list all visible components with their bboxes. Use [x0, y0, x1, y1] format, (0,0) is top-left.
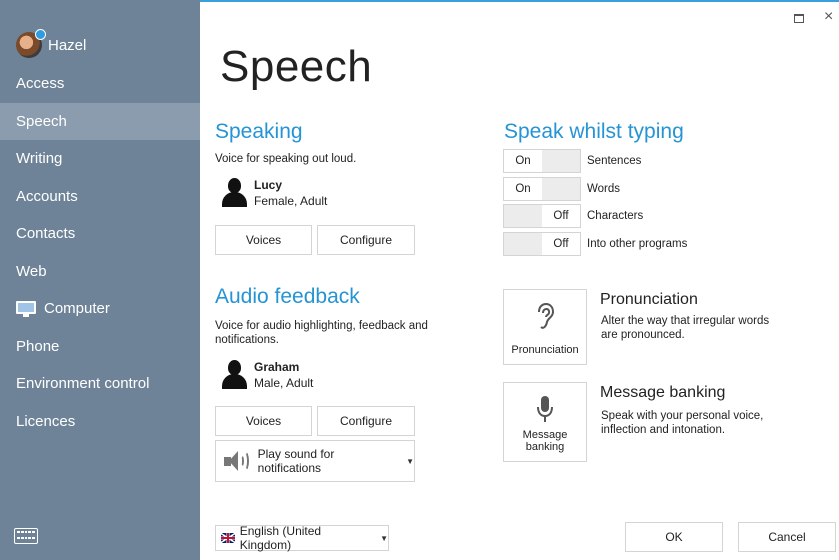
language-dropdown[interactable]: English (United Kingdom) ▼: [215, 524, 389, 552]
toggle-into-other-programs[interactable]: Off: [503, 232, 581, 256]
audio-feedback-title: Audio feedback: [215, 285, 360, 308]
user-name: Hazel: [48, 36, 87, 54]
sidebar-item-access[interactable]: Access: [0, 65, 200, 103]
audio-feedback-voice-name: Graham: [254, 360, 300, 374]
audio-configure-button[interactable]: Configure: [317, 406, 415, 436]
toggle-state: On: [504, 178, 542, 200]
close-button[interactable]: ×: [824, 8, 833, 26]
audio-feedback-voice: Graham Male, Adult: [220, 360, 313, 390]
notification-sound-dropdown[interactable]: Play sound for notifications ▼: [215, 440, 415, 482]
top-border: [200, 0, 839, 2]
sidebar-item-label: Computer: [44, 300, 110, 318]
toggle-label-words: Words: [587, 183, 621, 195]
toggle-label-characters: Characters: [587, 210, 644, 222]
sidebar-item-label: Contacts: [16, 225, 76, 243]
sidebar-item-licences[interactable]: Licences: [0, 403, 200, 441]
pronunciation-button[interactable]: Pronunciation: [503, 289, 587, 365]
toggle-label-sentences: Sentences: [587, 155, 642, 167]
sidebar-item-speech[interactable]: Speech: [0, 102, 200, 140]
microphone-icon: [537, 396, 553, 422]
speaking-configure-button[interactable]: Configure: [317, 225, 415, 255]
pronunciation-button-label: Pronunciation: [511, 344, 579, 356]
toggle-state: Off: [542, 233, 580, 255]
sidebar-item-label: Phone: [16, 337, 60, 355]
message-banking-button-label: Message banking: [522, 429, 568, 453]
sidebar-item-label: Accounts: [16, 187, 78, 205]
page-title: Speech: [220, 42, 373, 91]
toggle-state: Off: [542, 205, 580, 227]
status-badge: [35, 29, 46, 40]
audio-feedback-voice-desc: Male, Adult: [254, 376, 314, 390]
sidebar-item-contacts[interactable]: Contacts: [0, 215, 200, 253]
sidebar-item-computer[interactable]: Computer: [0, 290, 200, 328]
sidebar-item-writing[interactable]: Writing: [0, 140, 200, 178]
notification-sound-label: Play sound for notifications: [257, 447, 335, 475]
sidebar-nav: Access Speech Writing Accounts Contacts …: [0, 65, 200, 440]
sidebar-item-label: Web: [16, 262, 47, 280]
pronunciation-title: Pronunciation: [600, 291, 698, 308]
maximize-button[interactable]: [794, 14, 804, 23]
sidebar: Hazel Access Speech Writing Accounts Con…: [0, 0, 200, 560]
sidebar-item-phone[interactable]: Phone: [0, 328, 200, 366]
ok-button[interactable]: OK: [625, 522, 723, 552]
toggle-words[interactable]: On: [503, 177, 581, 201]
sidebar-item-environment-control[interactable]: Environment control: [0, 365, 200, 403]
toggle-label-into-other-programs: Into other programs: [587, 238, 688, 250]
sidebar-item-label: Environment control: [16, 375, 150, 393]
message-banking-button[interactable]: Message banking: [503, 382, 587, 462]
message-banking-description: Speak with your personal voice, inflecti…: [601, 410, 764, 436]
toggle-sentences[interactable]: On: [503, 149, 581, 173]
person-icon: [220, 178, 248, 208]
toggle-state: On: [504, 150, 542, 172]
sidebar-item-label: Access: [16, 75, 65, 93]
audio-feedback-description: Voice for audio highlighting, feedback a…: [215, 320, 428, 346]
user-profile[interactable]: Hazel: [16, 29, 87, 58]
speaking-voices-button[interactable]: Voices: [215, 225, 312, 255]
monitor-icon: [16, 300, 36, 317]
toggle-characters[interactable]: Off: [503, 204, 581, 228]
sidebar-item-web[interactable]: Web: [0, 253, 200, 291]
sidebar-item-accounts[interactable]: Accounts: [0, 178, 200, 216]
speaking-title: Speaking: [215, 120, 303, 143]
sidebar-item-label: Speech: [16, 112, 67, 130]
speaking-voice-desc: Female, Adult: [254, 194, 328, 208]
keyboard-icon[interactable]: [14, 528, 38, 544]
sidebar-item-label: Writing: [16, 150, 63, 168]
speaking-voice-name: Lucy: [254, 178, 283, 192]
avatar: [16, 29, 46, 58]
pronunciation-description: Alter the way that irregular words are p…: [601, 315, 770, 341]
speaking-description: Voice for speaking out loud.: [215, 153, 357, 165]
uk-flag-icon: [221, 533, 235, 543]
cancel-button[interactable]: Cancel: [738, 522, 836, 552]
chevron-down-icon: ▼: [406, 456, 414, 466]
sidebar-item-label: Licences: [16, 412, 76, 430]
speaker-icon: [224, 448, 250, 474]
speaking-voice: Lucy Female, Adult: [220, 178, 327, 208]
message-banking-title: Message banking: [600, 384, 726, 401]
ear-icon: [538, 302, 555, 329]
language-label: English (United Kingdom): [239, 524, 322, 552]
person-icon: [220, 360, 248, 390]
chevron-down-icon: ▼: [380, 533, 388, 543]
speak-whilst-typing-title: Speak whilst typing: [504, 120, 684, 143]
audio-voices-button[interactable]: Voices: [215, 406, 312, 436]
